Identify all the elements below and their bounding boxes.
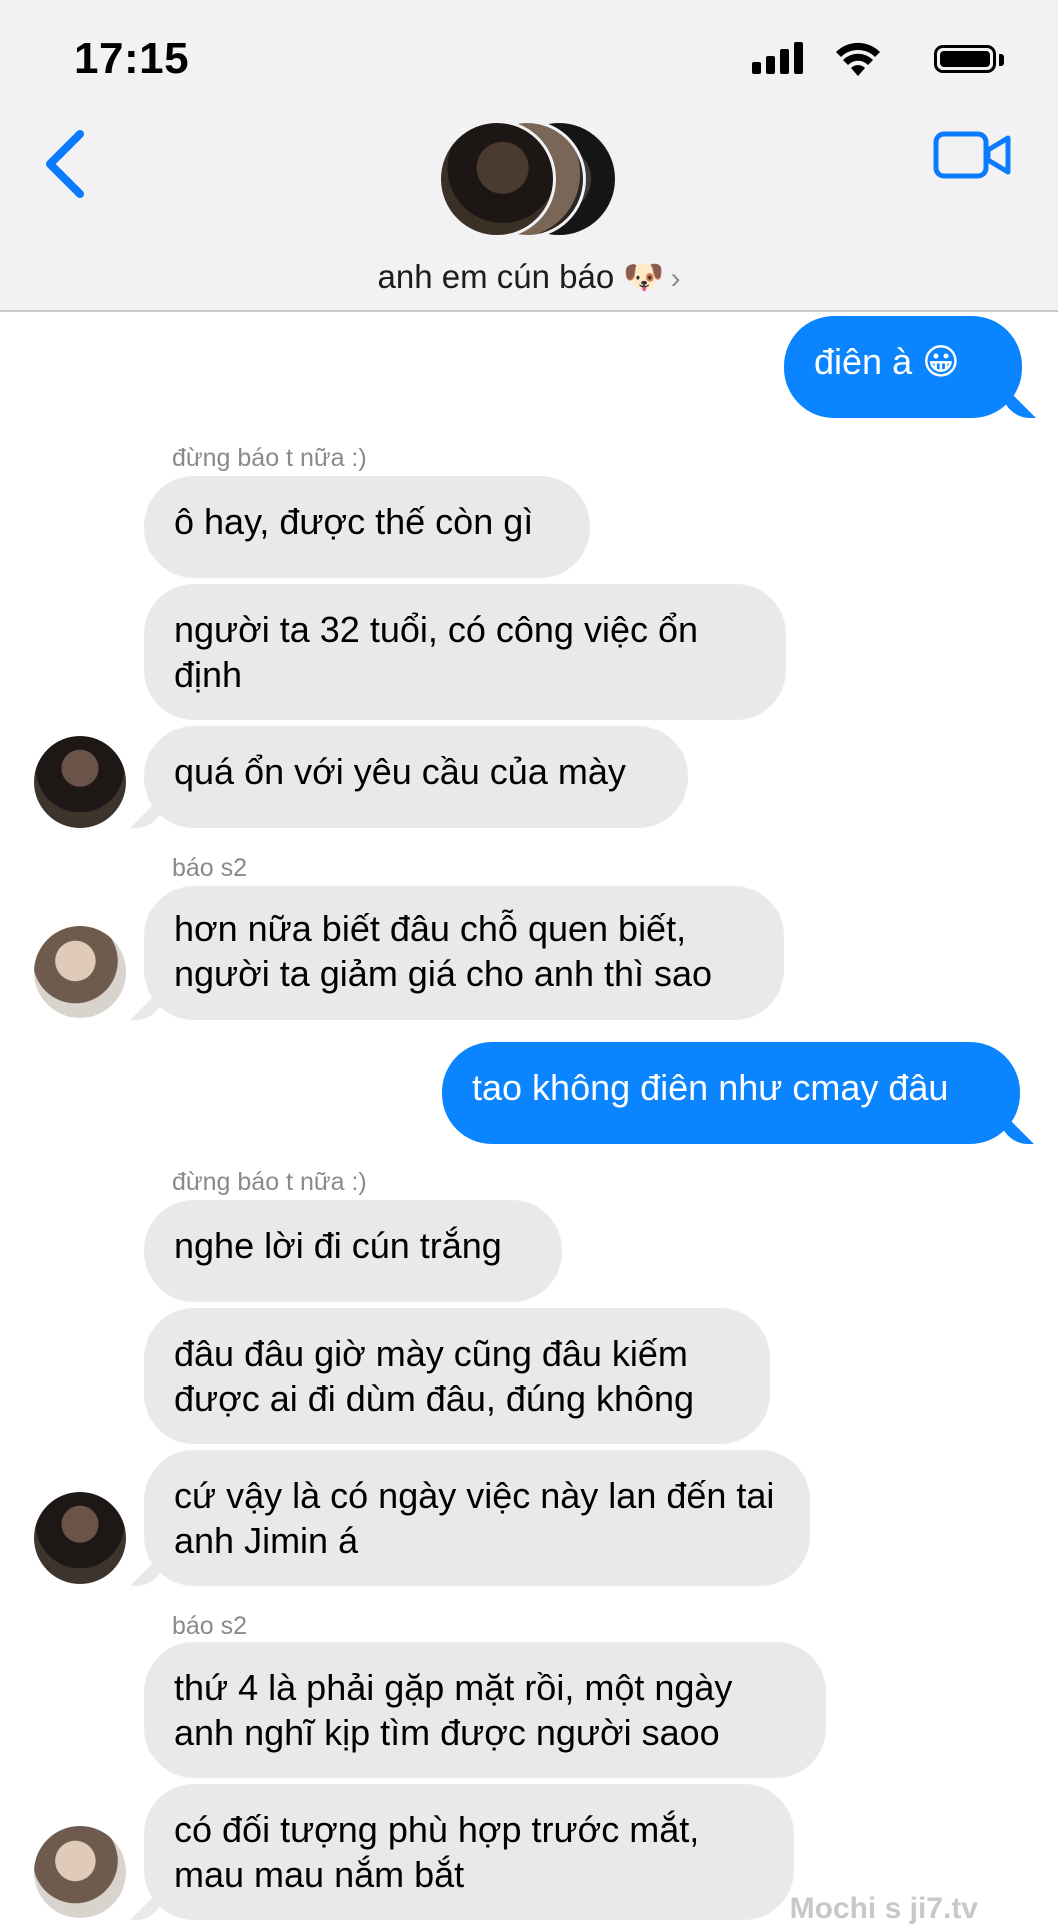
message-outgoing[interactable]: tao không điên như cmay đâu bbox=[442, 1042, 1020, 1144]
sender-name: đừng báo t nữa :) bbox=[172, 444, 367, 472]
avatar[interactable] bbox=[34, 926, 126, 1018]
battery-icon bbox=[934, 45, 996, 73]
message-incoming[interactable]: có đối tượng phù hợp trước mắt, mau mau … bbox=[144, 1784, 794, 1920]
wifi-icon bbox=[836, 42, 880, 76]
group-title-text: anh em cún báo 🐶 bbox=[377, 258, 665, 295]
message-text: tao không điên như cmay đâu bbox=[472, 1067, 949, 1108]
video-camera-icon[interactable] bbox=[932, 128, 1012, 182]
message-text: quá ổn với yêu cầu của mày bbox=[174, 751, 626, 792]
group-avatar-1 bbox=[438, 120, 556, 238]
message-text: thứ 4 là phải gặp mặt rồi, một ngày anh … bbox=[174, 1667, 733, 1753]
message-text: người ta 32 tuổi, có công việc ổn định bbox=[174, 609, 699, 695]
cellular-signal-icon bbox=[752, 42, 806, 74]
battery-cap bbox=[999, 54, 1004, 66]
message-outgoing[interactable]: điên à 😀 bbox=[784, 316, 1022, 418]
avatar[interactable] bbox=[34, 1492, 126, 1584]
watermark: Mochi s ji7.tv bbox=[789, 1892, 978, 1925]
message-incoming[interactable]: thứ 4 là phải gặp mặt rồi, một ngày anh … bbox=[144, 1642, 826, 1778]
group-title[interactable]: anh em cún báo 🐶 › bbox=[0, 258, 1058, 297]
message-text: đâu đâu giờ mày cũng đâu kiếm được ai đi… bbox=[174, 1333, 695, 1419]
message-text: cứ vậy là có ngày việc này lan đến tai a… bbox=[174, 1475, 775, 1561]
message-incoming[interactable]: người ta 32 tuổi, có công việc ổn định bbox=[144, 584, 786, 720]
group-avatars[interactable] bbox=[438, 120, 618, 242]
conversation-header: 17:15 anh em cún báo 🐶 › bbox=[0, 0, 1058, 312]
avatar[interactable] bbox=[34, 736, 126, 828]
message-incoming[interactable]: nghe lời đi cún trắng bbox=[144, 1200, 562, 1302]
chevron-right-icon: › bbox=[670, 262, 681, 295]
message-incoming[interactable]: quá ổn với yêu cầu của mày bbox=[144, 726, 688, 828]
message-incoming[interactable]: đâu đâu giờ mày cũng đâu kiếm được ai đi… bbox=[144, 1308, 770, 1444]
status-time: 17:15 bbox=[74, 34, 190, 83]
sender-name: báo s2 bbox=[172, 854, 248, 882]
sender-name: báo s2 bbox=[172, 1612, 248, 1640]
avatar[interactable] bbox=[34, 1826, 126, 1918]
message-text: ô hay, được thế còn gì bbox=[174, 501, 534, 542]
message-text: điên à 😀 bbox=[814, 341, 960, 382]
sender-name: đừng báo t nữa :) bbox=[172, 1168, 367, 1196]
message-incoming[interactable]: cứ vậy là có ngày việc này lan đến tai a… bbox=[144, 1450, 810, 1586]
message-text: nghe lời đi cún trắng bbox=[174, 1225, 502, 1266]
message-incoming[interactable]: hơn nữa biết đâu chỗ quen biết, người ta… bbox=[144, 886, 784, 1020]
back-chevron-icon[interactable] bbox=[40, 126, 90, 202]
message-incoming[interactable]: ô hay, được thế còn gì bbox=[144, 476, 590, 578]
message-text: hơn nữa biết đâu chỗ quen biết, người ta… bbox=[174, 908, 713, 994]
message-text: có đối tượng phù hợp trước mắt, mau mau … bbox=[174, 1809, 700, 1895]
